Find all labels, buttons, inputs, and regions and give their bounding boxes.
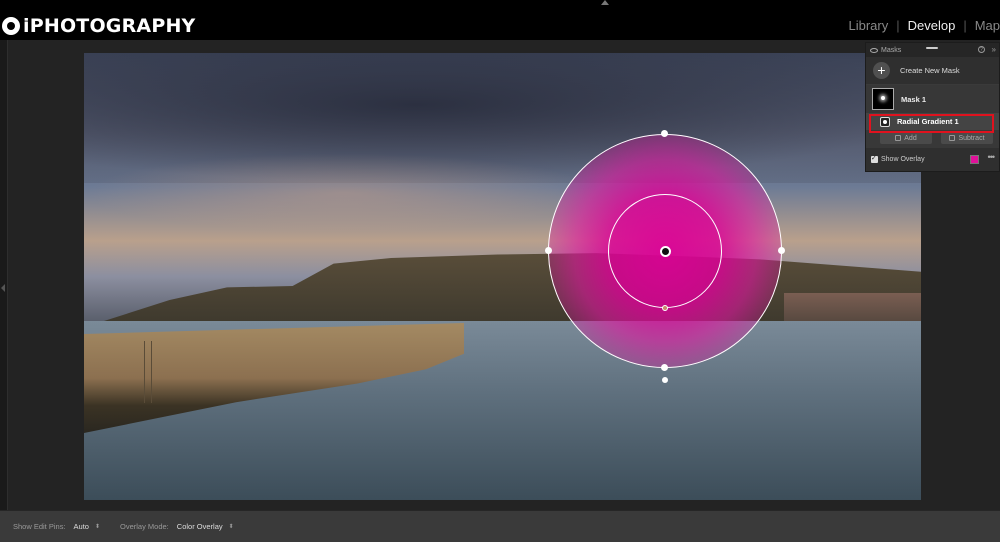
eye-icon[interactable] [870,47,878,53]
mask-item[interactable]: Mask 1 [866,85,999,113]
mask-name: Mask 1 [901,94,927,104]
overlay-mode-select[interactable]: Color Overlay [177,522,223,531]
edit-pins-label: Show Edit Pins: [13,522,66,531]
photo-canvas[interactable] [84,53,921,500]
add-mask-icon [895,135,902,141]
create-new-mask-label: Create New Mask [900,66,960,75]
bottom-toolbar: Show Edit Pins: Auto ⬍ Overlay Mode: Col… [0,510,1000,542]
radial-handle-top[interactable] [661,130,668,137]
module-map[interactable]: Map [967,18,1000,33]
workspace [0,40,1000,510]
top-panel-toggle-icon[interactable] [601,0,609,5]
show-overlay-row: Show Overlay ••• [866,148,999,170]
module-develop[interactable]: Develop [900,18,964,33]
drag-grip-icon[interactable] [926,47,938,49]
top-bar: iPHOTOGRAPHY Library | Develop | Map [0,0,1000,40]
expand-icon[interactable]: » [992,45,996,54]
radial-handle-left[interactable] [545,247,552,254]
overlay-color-swatch[interactable] [970,155,979,164]
mask-thumbnail [872,88,894,110]
subtract-mask-icon [949,135,956,141]
edit-pins-select[interactable]: Auto [74,522,89,531]
more-options-icon[interactable]: ••• [988,152,996,162]
help-icon[interactable]: ? [978,46,985,53]
left-panel-toggle[interactable] [0,40,8,510]
plus-icon[interactable]: + [873,62,890,79]
brand-name: iPHOTOGRAPHY [23,15,196,37]
show-overlay-checkbox[interactable] [871,154,878,163]
photo-sunset-glow [84,153,604,233]
add-button-label: Add [904,134,917,142]
camera-lens-icon [2,17,20,35]
photo-ladder [144,341,152,403]
left-panel-arrow-icon[interactable] [1,284,5,292]
photo-town [784,293,921,323]
masks-panel: Masks ? » + Create New Mask Mask 1 Radia… [865,42,1000,172]
highlight-annotation-box [869,114,994,133]
radial-handle-bottom[interactable] [661,364,668,371]
module-picker: Library | Develop | Map [840,18,1000,33]
subtract-button-label: Subtract [958,134,985,142]
masks-panel-title: Masks [881,46,902,54]
edit-pins-caret-icon[interactable]: ⬍ [95,523,100,530]
masks-panel-header: Masks ? » [866,43,999,57]
subtract-button[interactable]: Subtract [941,132,993,144]
radial-center-pin[interactable] [660,246,671,257]
show-overlay-label: Show Overlay [881,155,925,163]
radial-feather-handle[interactable] [662,305,668,311]
brand-logo: iPHOTOGRAPHY [2,13,196,39]
overlay-mode-caret-icon[interactable]: ⬍ [229,523,234,530]
overlay-mode-label: Overlay Mode: [120,522,169,531]
radial-handle-right[interactable] [778,247,785,254]
radial-rotate-handle[interactable] [662,377,668,383]
module-library[interactable]: Library [840,18,896,33]
add-button[interactable]: Add [880,132,932,144]
create-new-mask-row[interactable]: + Create New Mask [866,57,999,85]
